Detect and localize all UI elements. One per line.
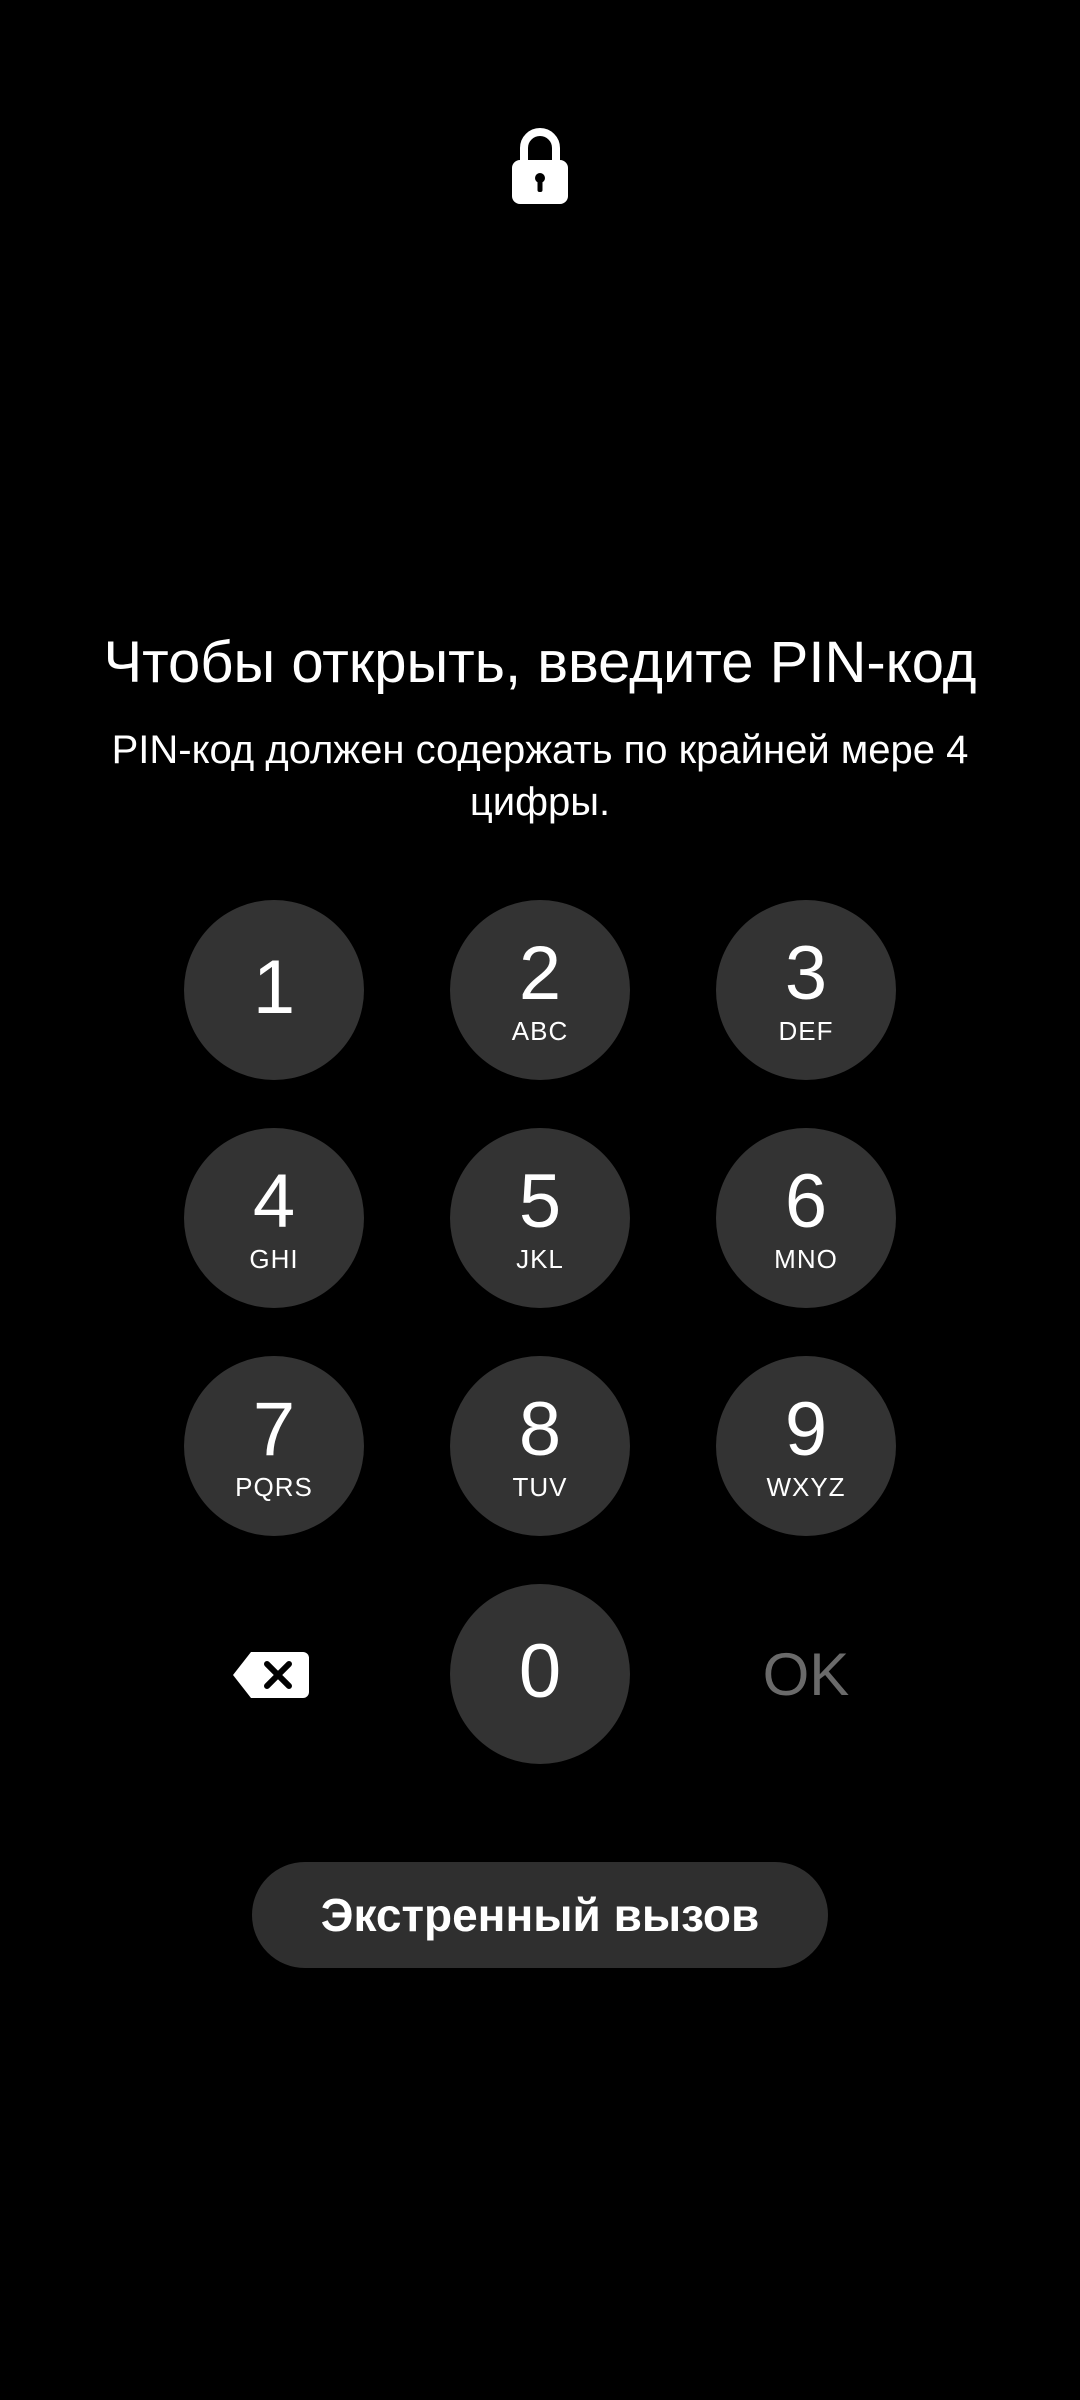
key-0[interactable]: 0: [450, 1584, 630, 1764]
key-letters: JKL: [516, 1244, 564, 1274]
lock-icon: [512, 128, 568, 204]
key-digit: 3: [784, 931, 828, 1016]
backspace-icon[interactable]: [231, 1650, 311, 1700]
key-letters: GHI: [249, 1244, 299, 1274]
key-9[interactable]: 9 WXYZ: [716, 1356, 896, 1536]
key-1[interactable]: 1: [184, 900, 364, 1080]
key-letters: MNO: [774, 1244, 838, 1274]
key-digit: 2: [518, 931, 562, 1016]
key-digit: 8: [518, 1387, 562, 1472]
key-digit: 7: [252, 1387, 296, 1472]
key-letters: ABC: [511, 1016, 569, 1046]
key-letters: DEF: [778, 1016, 834, 1046]
key-digit: 5: [518, 1159, 562, 1244]
key-7[interactable]: 7 PQRS: [184, 1356, 364, 1536]
key-3[interactable]: 3 DEF: [716, 900, 896, 1080]
key-2[interactable]: 2 ABC: [450, 900, 630, 1080]
key-digit: 0: [518, 1629, 562, 1714]
lock-screen: Чтобы открыть, введите PIN-код PIN-код д…: [0, 0, 1080, 2400]
key-letters: PQRS: [235, 1472, 313, 1502]
key-digit: 6: [784, 1159, 828, 1244]
key-digit: 9: [784, 1387, 828, 1472]
pin-hint: PIN-код должен содержать по крайней мере…: [111, 728, 969, 824]
key-digit: 1: [252, 945, 296, 1030]
key-letters: TUV: [512, 1472, 568, 1502]
key-digit: 4: [252, 1159, 296, 1244]
key-6[interactable]: 6 MNO: [716, 1128, 896, 1308]
key-8[interactable]: 8 TUV: [450, 1356, 630, 1536]
key-4[interactable]: 4 GHI: [184, 1128, 364, 1308]
key-letters: WXYZ: [766, 1472, 846, 1502]
ok-button[interactable]: OK: [716, 1640, 896, 1710]
emergency-call-button[interactable]: Экстренный вызов: [252, 1862, 828, 1968]
unlock-title: Чтобы открыть, введите PIN-код: [103, 630, 977, 695]
key-5[interactable]: 5 JKL: [450, 1128, 630, 1308]
